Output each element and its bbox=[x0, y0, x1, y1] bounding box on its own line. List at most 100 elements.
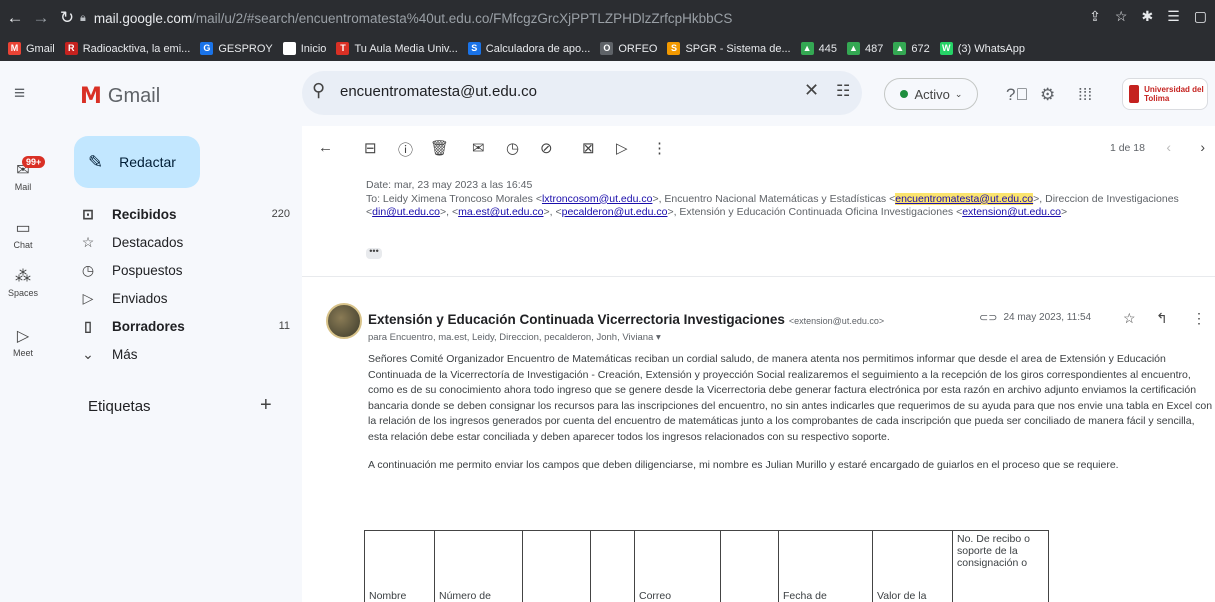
filter-options-icon[interactable]: ☷ bbox=[836, 81, 850, 101]
bookmark-item[interactable]: ▲ 445 bbox=[800, 42, 837, 55]
apps-grid-icon[interactable]: ⁞⁞⁞ bbox=[1078, 85, 1092, 105]
bookmark-item[interactable]: S SPGR - Sistema de... bbox=[667, 42, 791, 55]
to-text: > bbox=[1061, 206, 1068, 218]
sidebar-item-label: Destacados bbox=[112, 234, 184, 250]
mark-unread-icon[interactable]: ✉ bbox=[472, 139, 485, 157]
sidebar-item-label: Más bbox=[112, 346, 138, 362]
email-link[interactable]: ma.est@ut.edu.co bbox=[458, 206, 543, 218]
archive-icon[interactable]: ⊟ bbox=[364, 139, 377, 157]
address-bar[interactable]: 🔒︎ mail.google.com /mail/u/2/#search/enc… bbox=[80, 6, 1160, 31]
clock-icon: ◷ bbox=[81, 261, 95, 278]
table-cell bbox=[590, 530, 635, 602]
bookmark-item[interactable]: ▲ 487 bbox=[846, 42, 883, 55]
bookmark-star-icon[interactable]: ☆ bbox=[1115, 8, 1128, 25]
account-brand[interactable]: Universidad del Tolima bbox=[1122, 78, 1208, 110]
search-icon[interactable]: ⚲ bbox=[312, 80, 325, 101]
more-vert-icon[interactable]: ⋮ bbox=[1192, 310, 1206, 327]
bookmark-favicon-icon: ▲ bbox=[846, 42, 860, 55]
star-icon[interactable]: ☆ bbox=[1123, 310, 1136, 327]
reload-icon[interactable]: ↻ bbox=[56, 8, 78, 28]
snooze-icon[interactable]: ◷ bbox=[506, 139, 519, 157]
report-spam-icon[interactable]: ⓘ bbox=[398, 139, 413, 160]
search-input[interactable] bbox=[340, 83, 740, 100]
email-link-highlighted[interactable]: encuentromatesta@ut.edu.co bbox=[895, 192, 1034, 205]
compose-button[interactable]: ✎ Redactar bbox=[74, 136, 200, 188]
window-icon[interactable]: ▢ bbox=[1194, 8, 1207, 25]
lock-icon: 🔒︎ bbox=[80, 12, 86, 24]
gmail-logo[interactable]: M Gmail bbox=[80, 84, 160, 109]
to-text: >, Extensión y Educación Continuada Ofic… bbox=[667, 206, 963, 218]
delete-icon[interactable]: 🗑︎ bbox=[430, 139, 449, 157]
reading-list-icon[interactable]: ☰ bbox=[1167, 8, 1180, 25]
search-bar[interactable]: ⚲ ✕ ☷ bbox=[302, 71, 862, 115]
recipients-text: para Encuentro, ma.est, Leidy, Direccion… bbox=[368, 332, 654, 343]
sidebar-item-snoozed[interactable]: ◷ Pospuestos bbox=[78, 256, 290, 284]
body-paragraph: A continuación me permito enviar los cam… bbox=[368, 458, 1119, 471]
attachment-icon: ⊂⊃ bbox=[979, 312, 998, 324]
label-icon[interactable]: ▷ bbox=[616, 139, 628, 157]
sidebar: ✎ Redactar ⊡ Recibidos 220 ☆ Destacados … bbox=[56, 126, 302, 602]
sidebar-item-label: Recibidos bbox=[112, 206, 177, 222]
rail-chat[interactable]: ▭ Chat bbox=[0, 218, 46, 250]
to-text: >, < bbox=[543, 206, 562, 218]
bookmark-item[interactable]: O ORFEO bbox=[600, 42, 657, 55]
bookmark-item[interactable]: Inicio bbox=[282, 42, 326, 55]
message-date: 24 may 2023, 11:54 bbox=[1003, 312, 1092, 323]
sender-avatar[interactable] bbox=[326, 303, 362, 339]
add-task-icon[interactable]: ⊘ bbox=[540, 139, 553, 157]
status-dropdown[interactable]: Activo ⌄ bbox=[884, 78, 978, 110]
bookmark-favicon-icon: M bbox=[8, 42, 21, 55]
add-label-icon[interactable]: + bbox=[260, 394, 272, 417]
bookmark-item[interactable]: G GESPROY bbox=[200, 42, 273, 55]
rail-label: Chat bbox=[13, 240, 33, 250]
message-toolbar: ← ⊟ ⓘ 🗑︎ ✉ ◷ ⊘ ⊠ ▷ ⋮ 1 de 18 ‹ › bbox=[302, 126, 1215, 170]
pager-text: 1 de 18 bbox=[1109, 142, 1145, 154]
bookmark-item[interactable]: M Gmail bbox=[8, 42, 55, 55]
help-icon[interactable]: ?⃝ bbox=[1006, 85, 1028, 105]
more-vert-icon[interactable]: ⋮ bbox=[652, 139, 667, 157]
back-arrow-icon[interactable]: ← bbox=[318, 139, 333, 156]
logo-text: Gmail bbox=[107, 85, 161, 107]
browser-actions: ⇪ ☆ ✱ ☰ ▢ bbox=[1089, 8, 1207, 25]
url-host: mail.google.com bbox=[93, 11, 193, 26]
share-icon[interactable]: ⇪ bbox=[1089, 8, 1101, 25]
chevron-left-icon[interactable]: ‹ bbox=[1166, 139, 1171, 155]
gear-icon[interactable]: ⚙ bbox=[1040, 85, 1055, 105]
recipients-line[interactable]: para Encuentro, ma.est, Leidy, Direccion… bbox=[368, 332, 661, 343]
reply-icon[interactable]: ↰ bbox=[1156, 310, 1168, 327]
move-to-icon[interactable]: ⊠ bbox=[582, 139, 595, 157]
sidebar-item-starred[interactable]: ☆ Destacados bbox=[78, 228, 290, 256]
bookmark-label: ORFEO bbox=[618, 42, 658, 55]
close-icon[interactable]: ✕ bbox=[804, 80, 819, 101]
bookmark-item[interactable]: T Tu Aula Media Univ... bbox=[336, 42, 458, 55]
bookmark-item[interactable]: R Radioacktiva, la emi... bbox=[64, 42, 190, 55]
rail-spaces[interactable]: ⁂ Spaces bbox=[0, 266, 46, 298]
show-trimmed-button[interactable]: ••• bbox=[366, 247, 382, 259]
gmail-m-icon: M bbox=[80, 84, 102, 109]
email-link[interactable]: din@ut.edu.co bbox=[372, 206, 440, 218]
rail-mail[interactable]: ✉ 99+ Mail bbox=[0, 156, 46, 192]
sidebar-item-label: Borradores bbox=[112, 318, 185, 334]
menu-icon[interactable]: ≡ bbox=[14, 83, 25, 105]
email-link[interactable]: lxtroncosom@ut.edu.co bbox=[542, 193, 652, 205]
email-link[interactable]: pecalderon@ut.edu.co bbox=[562, 206, 668, 218]
sidebar-item-count: 11 bbox=[278, 320, 290, 332]
university-emblem-icon bbox=[1129, 85, 1140, 103]
rail-meet[interactable]: ▷ Meet bbox=[0, 326, 46, 358]
sidebar-item-sent[interactable]: ▷ Enviados bbox=[78, 284, 290, 312]
bookmark-favicon-icon: O bbox=[600, 42, 614, 55]
bookmark-item[interactable]: ▲ 672 bbox=[893, 42, 930, 55]
sidebar-item-more[interactable]: ⌄ Más bbox=[78, 340, 290, 368]
app-window: ← → ↻ 🔒︎ mail.google.com /mail/u/2/#sear… bbox=[0, 0, 1215, 602]
sidebar-item-inbox[interactable]: ⊡ Recibidos 220 bbox=[78, 200, 290, 228]
sidebar-item-drafts[interactable]: ▯ Borradores 11 bbox=[78, 312, 290, 340]
forward-icon[interactable]: → bbox=[30, 8, 52, 28]
email-link[interactable]: extension@ut.edu.co bbox=[962, 206, 1061, 218]
back-icon[interactable]: ← bbox=[4, 8, 26, 28]
bookmark-label: Gmail bbox=[26, 42, 55, 55]
extensions-icon[interactable]: ✱ bbox=[1141, 8, 1153, 25]
bookmark-item[interactable]: W (3) WhatsApp bbox=[939, 42, 1025, 55]
bookmark-item[interactable]: S Calculadora de apo... bbox=[467, 42, 590, 55]
bookmark-favicon-icon: S bbox=[667, 42, 681, 55]
chevron-right-icon[interactable]: › bbox=[1200, 139, 1205, 155]
